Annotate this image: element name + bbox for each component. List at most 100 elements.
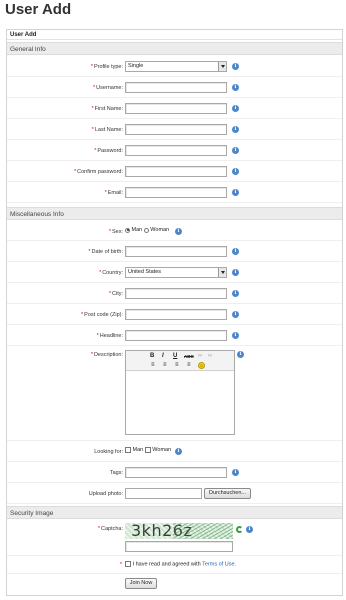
strikethrough-button[interactable]: ABC (184, 354, 194, 359)
link-icon: ∞ (198, 353, 203, 359)
align-center-icon[interactable]: ≡ (163, 362, 167, 368)
info-icon[interactable]: i (232, 311, 239, 318)
info-icon[interactable]: i (237, 351, 244, 358)
join-now-button[interactable]: Join Now (125, 578, 157, 589)
info-icon[interactable]: i (232, 290, 239, 297)
upload-photo-row: Upload photo: Durchsuchen... (7, 483, 342, 504)
city-row: *City: i (7, 283, 342, 304)
info-icon[interactable]: i (232, 168, 239, 175)
confirm-password-row: *Confirm password: i (7, 161, 342, 182)
headline-row: *Headline: i (7, 325, 342, 346)
info-icon[interactable]: i (232, 147, 239, 154)
date-of-birth-row: *Date of birth: i (7, 241, 342, 262)
upload-photo-input[interactable] (125, 488, 202, 499)
terms-agreement: I have read and agreed with Terms of Use… (125, 561, 236, 567)
captcha-label: *Captcha: (97, 526, 123, 532)
user-add-form: User Add General Info *Profile type: Sin… (6, 29, 343, 596)
underline-button[interactable]: U (173, 353, 177, 359)
last-name-input[interactable] (125, 124, 227, 135)
country-row: *Country: United States i (7, 262, 342, 283)
terms-text: I have read and agreed with (132, 561, 201, 568)
sex-radio-man[interactable] (125, 227, 130, 233)
looking-for-woman-label: Woman (152, 447, 172, 453)
first-name-label: *First Name: (91, 106, 123, 112)
country-label: *Country: (99, 270, 123, 276)
align-justify-icon[interactable]: ≡ (187, 362, 191, 368)
info-icon[interactable]: i (232, 105, 239, 112)
unlink-icon: ∞ (208, 353, 213, 359)
password-row: *Password: i (7, 140, 342, 161)
tags-input[interactable] (125, 467, 227, 478)
info-icon[interactable]: i (232, 332, 239, 339)
submit-row: Join Now (7, 574, 342, 596)
terms-of-use-link[interactable]: Terms of Use. (202, 561, 236, 567)
bold-button[interactable]: B (150, 353, 154, 359)
email-input[interactable] (125, 187, 227, 198)
smiley-icon[interactable]: ☺ (198, 362, 205, 369)
email-row: *Email: i (7, 182, 342, 203)
looking-for-man-checkbox[interactable] (125, 447, 131, 453)
post-code-input[interactable] (125, 309, 227, 320)
info-icon[interactable]: i (246, 526, 253, 533)
required-marker: * (90, 64, 93, 70)
sex-options: Man Woman (125, 227, 169, 233)
section-security-image: Security Image (7, 506, 342, 519)
sex-row: *Sex: Man Woman i (7, 221, 342, 241)
username-label: *Username: (92, 85, 123, 91)
info-icon[interactable]: i (175, 228, 182, 235)
username-input[interactable] (125, 82, 227, 93)
info-icon[interactable]: i (232, 248, 239, 255)
info-icon[interactable]: i (232, 469, 239, 476)
sex-radio-woman[interactable] (143, 227, 149, 233)
country-select[interactable]: United States (125, 267, 227, 278)
confirm-password-label: *Confirm password: (74, 169, 123, 175)
browse-button[interactable]: Durchsuchen... (204, 488, 251, 499)
date-of-birth-label: *Date of birth: (88, 249, 123, 255)
upload-photo-control: Durchsuchen... (125, 488, 251, 499)
password-label: *Password: (94, 148, 123, 154)
description-label: *Description: (90, 352, 123, 358)
post-code-label: *Post code (Zip): (81, 312, 123, 318)
sex-option-man-label: Man (131, 227, 143, 233)
refresh-icon[interactable] (236, 526, 243, 533)
password-input[interactable] (125, 145, 227, 156)
sex-option-woman-label: Woman (150, 227, 170, 233)
profile-type-row: *Profile type: Single i (7, 56, 342, 77)
city-input[interactable] (125, 288, 227, 299)
terms-checkbox[interactable] (125, 561, 131, 567)
info-icon[interactable]: i (232, 189, 239, 196)
date-of-birth-input[interactable] (125, 246, 227, 257)
profile-type-label: *Profile type: (90, 64, 123, 70)
description-editor[interactable]: B I U ABC ∞ ∞ ≡ ≡ ≡ ≡ ☺ (125, 350, 235, 435)
page-title: User Add (5, 1, 72, 18)
email-label: *Email: (104, 190, 123, 196)
captcha-row: *Captcha: 3kh26z i (7, 520, 342, 556)
post-code-row: *Post code (Zip): i (7, 304, 342, 325)
sex-label: *Sex: (108, 229, 123, 235)
captcha-input[interactable] (125, 541, 233, 552)
first-name-input[interactable] (125, 103, 227, 114)
last-name-row: *Last Name: i (7, 119, 342, 140)
info-icon[interactable]: i (175, 448, 182, 455)
terms-required-marker: * (119, 562, 122, 568)
info-icon[interactable]: i (232, 269, 239, 276)
headline-label: *Headline: (96, 333, 123, 339)
looking-for-woman-checkbox[interactable] (144, 447, 151, 453)
headline-input[interactable] (125, 330, 227, 341)
terms-row: * I have read and agreed with Terms of U… (7, 556, 342, 574)
form-caption: User Add (7, 30, 342, 40)
chevron-down-icon (218, 62, 226, 71)
upload-photo-label: Upload photo: (88, 491, 123, 497)
confirm-password-input[interactable] (125, 166, 227, 177)
info-icon[interactable]: i (232, 126, 239, 133)
info-icon[interactable]: i (232, 63, 239, 70)
profile-type-select[interactable]: Single (125, 61, 227, 72)
looking-for-row: Looking for: Man Woman i (7, 441, 342, 462)
section-miscellaneous-info: Miscellaneous Info (7, 207, 342, 220)
align-left-icon[interactable]: ≡ (151, 362, 155, 368)
italic-button[interactable]: I (162, 353, 164, 359)
description-row: *Description: B I U ABC ∞ ∞ ≡ ≡ ≡ ≡ ☺ i (7, 346, 342, 441)
align-right-icon[interactable]: ≡ (175, 362, 179, 368)
tags-row: Tags: i (7, 462, 342, 483)
info-icon[interactable]: i (232, 84, 239, 91)
